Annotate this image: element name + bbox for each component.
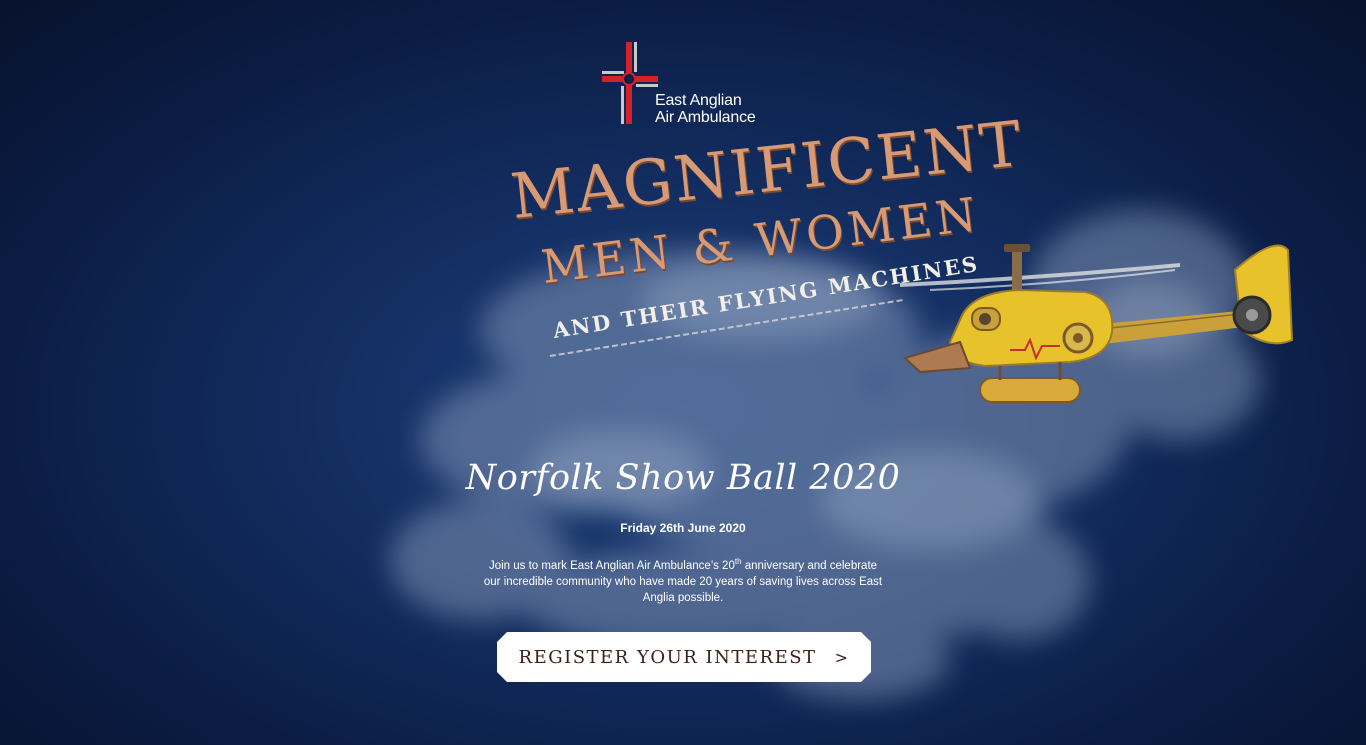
- event-date: Friday 26th June 2020: [620, 521, 746, 535]
- event-desc-sup: th: [734, 557, 742, 567]
- register-interest-button[interactable]: REGISTER YOUR INTEREST >: [497, 632, 871, 682]
- landing-page: East Anglian Air Ambulance MAGNIFICENT M…: [0, 0, 1366, 745]
- event-description: Join us to mark East Anglian Air Ambulan…: [483, 558, 883, 606]
- chevron-right-icon: >: [834, 647, 850, 667]
- event-desc-part1: Join us to mark East Anglian Air Ambulan…: [488, 560, 735, 572]
- helicopter-illustration: [899, 244, 1294, 403]
- logo-line1: East Anglian: [655, 92, 742, 109]
- eaaa-cross-logo-icon: [602, 42, 658, 124]
- eaaa-logo[interactable]: East Anglian Air Ambulance: [600, 40, 780, 130]
- register-interest-label: REGISTER YOUR INTEREST: [518, 646, 817, 668]
- title-artwork: MAGNIFICENT MEN & WOMEN AND THEIR FLYING…: [455, 107, 1027, 400]
- event-title: Norfolk Show Ball 2020: [465, 458, 901, 498]
- logo-line2: Air Ambulance: [655, 109, 756, 126]
